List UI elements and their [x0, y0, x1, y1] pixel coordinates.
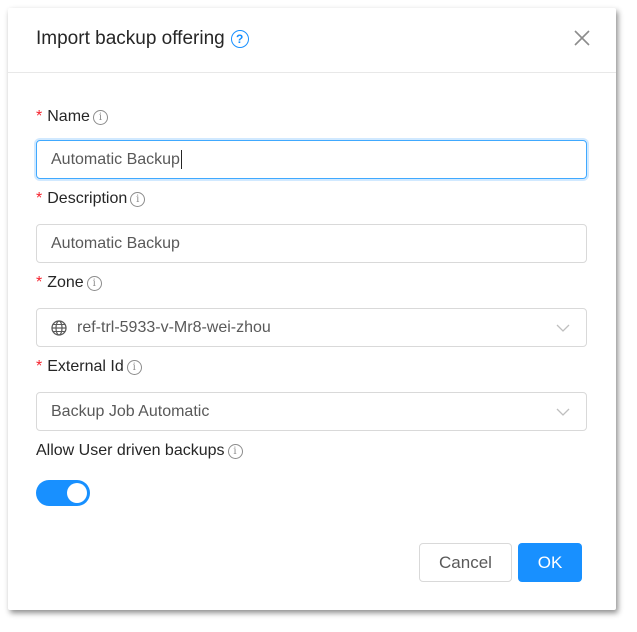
required-marker: *: [36, 274, 43, 291]
required-marker: *: [36, 358, 43, 375]
info-icon[interactable]: i: [227, 443, 243, 459]
chevron-down-icon: [556, 408, 570, 416]
name-input[interactable]: Automatic Backup: [36, 140, 587, 179]
info-icon[interactable]: i: [92, 109, 108, 125]
close-button[interactable]: [572, 26, 592, 50]
info-icon[interactable]: i: [126, 359, 142, 375]
external-id-select[interactable]: Backup Job Automatic: [36, 392, 587, 431]
name-label-text: Name: [47, 108, 90, 125]
info-icon[interactable]: i: [86, 275, 102, 291]
required-marker: *: [36, 108, 43, 125]
external-id-label: * External Id i: [36, 356, 588, 378]
description-label-text: Description: [47, 190, 128, 207]
allow-user-driven-label-text: Allow User driven backups: [36, 442, 225, 459]
question-circle-icon[interactable]: ?: [230, 30, 249, 48]
description-label: * Description i: [36, 188, 588, 210]
cancel-button[interactable]: Cancel: [419, 543, 512, 582]
name-label: * Name i: [36, 106, 588, 128]
import-backup-offering-dialog: Import backup offering ? * Name i Automa…: [8, 8, 616, 610]
external-id-select-value: Backup Job Automatic: [51, 402, 210, 420]
chevron-down-icon: [556, 324, 570, 332]
zone-label-text: Zone: [47, 274, 84, 291]
zone-select-value: ref-trl-5933-v-Mr8-wei-zhou: [77, 318, 271, 336]
dialog-body: * Name i Automatic Backup * Description …: [8, 106, 616, 506]
required-marker: *: [36, 190, 43, 207]
zone-label: * Zone i: [36, 272, 588, 294]
zone-select[interactable]: ref-trl-5933-v-Mr8-wei-zhou: [36, 308, 587, 347]
ok-button[interactable]: OK: [518, 543, 582, 582]
toggle-knob: [67, 483, 87, 503]
text-caret: [180, 150, 182, 169]
dialog-title: Import backup offering ?: [36, 28, 249, 50]
close-icon: [574, 30, 590, 46]
name-input-value: Automatic Backup: [51, 150, 180, 168]
allow-user-driven-toggle[interactable]: [36, 480, 90, 506]
globe-icon: [51, 319, 67, 336]
description-input[interactable]: Automatic Backup: [36, 224, 587, 263]
dialog-header: Import backup offering ?: [8, 8, 616, 73]
description-input-value: Automatic Backup: [51, 234, 180, 252]
dialog-title-text: Import backup offering: [36, 28, 225, 49]
external-id-label-text: External Id: [47, 358, 124, 375]
info-icon[interactable]: i: [130, 191, 146, 207]
allow-user-driven-label: Allow User driven backups i: [36, 440, 588, 462]
